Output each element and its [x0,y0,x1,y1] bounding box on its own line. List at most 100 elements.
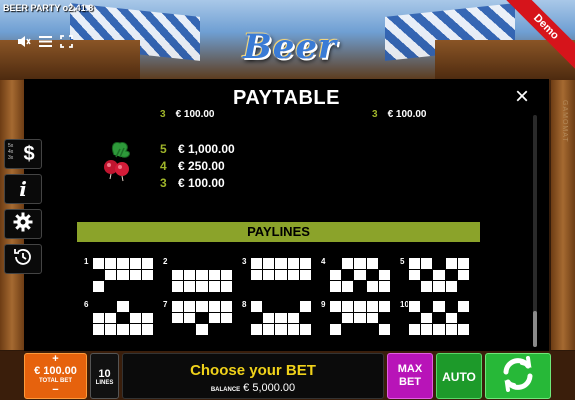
total-bet-value: € 100.00 [34,365,77,377]
balance-display: BALANCE € 5,000.00 [123,382,383,394]
side-menu: 5x 4x 3x $ i [4,139,42,274]
bet-increase-button[interactable]: + [25,354,86,365]
payline-cell [184,312,196,324]
payline-cell [117,281,129,292]
payline-cell [366,269,378,281]
payline-cell [421,258,433,269]
payline-cell [117,301,129,312]
spin-arrows-icon [498,354,538,399]
payline-cell [409,258,421,269]
payline-pattern [408,257,470,293]
payline-cell [275,281,287,292]
payout-row: 3 € 100.00 [160,175,225,190]
payline-cell [433,258,445,269]
lines-display[interactable]: 10 LINES [90,353,119,399]
payline-cell [129,324,141,335]
dollar-icon: $ [23,142,35,165]
payline-cell [433,301,445,312]
payline-cell [457,258,469,269]
payline-pattern [408,300,470,336]
payline-cell [354,281,366,292]
payline-cell [366,301,378,312]
payline-cell [409,301,421,312]
payline-cell [208,301,220,312]
history-button[interactable] [4,244,42,274]
payline-cell [409,324,421,335]
payline-cell [117,312,129,324]
payline-cell [421,301,433,312]
payline-cell [330,258,342,269]
payline-cell [220,324,232,335]
payline-cell [117,324,129,335]
payline-cell [354,301,366,312]
payline-cell [105,312,117,324]
payline-cell [445,269,457,281]
payline-cell [445,301,457,312]
payline-cell [93,258,105,269]
auto-play-button[interactable]: AUTO [436,353,482,399]
payline-cell [342,269,354,281]
payline-cell [378,281,390,292]
payline-cell [117,269,129,281]
top-controls [17,34,73,48]
payline-cell [378,269,390,281]
payline-cell [354,324,366,335]
payline-cell [251,269,263,281]
payline-cell [342,324,354,335]
payline-cell [196,269,208,281]
payline-cell [342,281,354,292]
payout-table: 5 € 1,000.00 4 € 250.00 3 € 100.00 [160,140,235,191]
payline-cell [275,312,287,324]
payline-cell [275,258,287,269]
fullscreen-icon[interactable] [59,34,73,48]
paytable-button[interactable]: 5x 4x 3x $ [4,139,42,169]
payline-cell [330,301,342,312]
payline-cell [366,281,378,292]
payline-cell [263,301,275,312]
payline-cell [129,281,141,292]
lines-label: LINES [95,380,114,386]
payline-cell [457,281,469,292]
version-label: BEER PARTY o2.41.8 [3,3,94,13]
payline-pattern [329,257,391,293]
radish-icon [100,139,134,183]
payline-number: 2 [163,257,168,266]
bottom-bar: + € 100.00 TOTAL BET − 10 LINES Choose y… [0,351,575,400]
menu-icon[interactable] [38,34,52,48]
payline-cell [251,258,263,269]
payline-cell [457,269,469,281]
payline-cell [129,301,141,312]
total-bet-control[interactable]: + € 100.00 TOTAL BET − [24,353,87,399]
settings-button[interactable] [4,209,42,239]
max-bet-button[interactable]: MAX BET [387,353,433,399]
payline-cell [433,324,445,335]
payline-cell [263,324,275,335]
spin-button[interactable] [485,353,551,399]
payout-row: 5 € 1,000.00 [160,141,235,156]
payline-cell [299,324,311,335]
payline-pattern [92,257,154,293]
payline-cell [409,312,421,324]
payline-cell [220,258,232,269]
payline-cell [93,269,105,281]
payline-cell [342,258,354,269]
payline-cell [378,301,390,312]
payline-cell [433,312,445,324]
payline-cell [251,324,263,335]
bet-decrease-button[interactable]: − [25,385,86,396]
scrollbar-thumb[interactable] [533,311,537,347]
payline-pattern [171,257,233,293]
info-button[interactable]: i [4,174,42,204]
paylines-header: PAYLINES [77,222,480,242]
payout-row-partial: 3 € 100.00 [372,109,427,120]
payline-cell [208,312,220,324]
payline-cell [409,281,421,292]
payline-cell [105,324,117,335]
sound-icon[interactable] [17,34,31,48]
payout-row-partial: 3 € 100.00 [160,109,215,120]
close-icon[interactable]: × [515,85,529,109]
payline-cell [263,269,275,281]
payline-cell [208,258,220,269]
game-screen: Beer Party BEER PARTY o2.41.8 Demo GAMOM… [0,0,575,400]
payline-cell [287,269,299,281]
